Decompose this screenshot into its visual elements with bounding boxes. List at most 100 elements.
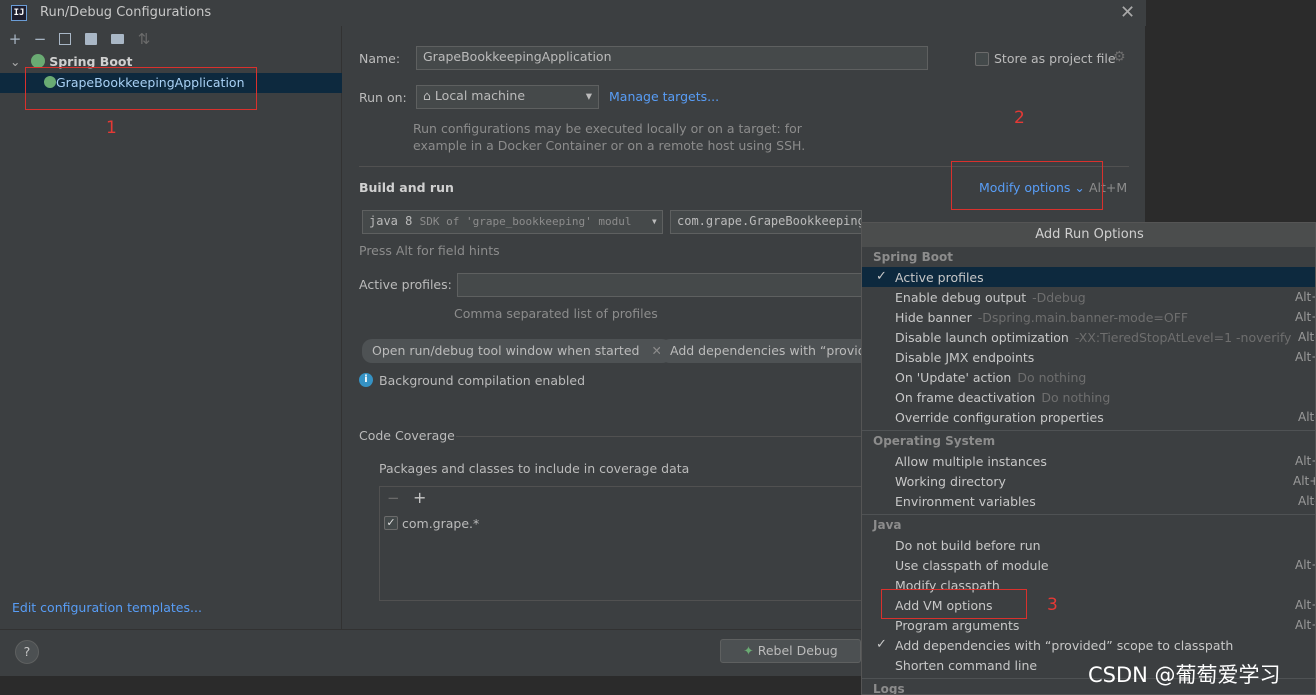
window-title: Run/Debug Configurations (40, 5, 212, 20)
coverage-entry-label: com.grape.* (402, 516, 480, 531)
option-subtext: -XX:TieredStopAtLevel=1 -noverify (1074, 330, 1292, 345)
check-icon: ✓ (876, 637, 887, 652)
plus-icon[interactable]: + (7, 30, 23, 48)
shortcut-hint: Alt- (1298, 494, 1315, 508)
info-icon: i (359, 373, 373, 387)
option-label: Disable launch optimization (895, 330, 1069, 345)
group-java: Java (873, 518, 902, 532)
option-override-config-properties[interactable]: Override configuration properties (895, 410, 1104, 425)
option-on-update-action[interactable]: On 'Update' action Do nothing (895, 370, 1086, 385)
copy-icon[interactable] (59, 33, 71, 45)
run-on-value: Local machine (434, 88, 526, 103)
field-hints-text: Press Alt for field hints (359, 243, 500, 258)
spring-boot-icon (30, 54, 45, 68)
annotation-box-3 (881, 589, 1027, 619)
build-and-run-heading: Build and run (359, 180, 454, 195)
group-spring-boot: Spring Boot (873, 250, 953, 264)
main-class-input[interactable]: com.grape.GrapeBookkeepingApplication (670, 210, 862, 234)
configuration-tree-pane (0, 26, 342, 629)
shortcut-hint: Alt- (1298, 330, 1315, 344)
shortcut-hint: Alt- (1298, 410, 1315, 424)
option-on-frame-deactivation[interactable]: On frame deactivation Do nothing (895, 390, 1110, 405)
save-icon[interactable] (85, 33, 97, 45)
option-do-not-build[interactable]: Do not build before run (895, 538, 1041, 553)
close-icon[interactable]: ✕ (1120, 2, 1135, 23)
rebel-icon: ✦ (743, 643, 754, 658)
chevron-down-icon[interactable]: ⌄ (10, 54, 20, 69)
annotation-number-1: 1 (106, 118, 117, 138)
annotation-box-1 (25, 67, 257, 110)
option-working-directory[interactable]: Working directory (895, 474, 1006, 489)
background-compilation-text: Background compilation enabled (379, 373, 586, 388)
shortcut-hint: Alt+ (1293, 474, 1315, 488)
annotation-number-3: 3 (1047, 595, 1058, 615)
coverage-packages-label: Packages and classes to include in cover… (379, 461, 690, 476)
option-shorten-command-line[interactable]: Shorten command line (895, 658, 1037, 673)
code-coverage-heading: Code Coverage (359, 428, 455, 443)
option-label: On 'Update' action (895, 370, 1012, 385)
option-label: On frame deactivation (895, 390, 1036, 405)
option-chip-add-dependencies[interactable]: Add dependencies with “provide (660, 339, 862, 363)
jdk-select[interactable]: java 8 SDK of 'grape_bookkeeping' modul … (362, 210, 663, 234)
option-disable-jmx[interactable]: Disable JMX endpoints (895, 350, 1034, 365)
separator (862, 430, 1315, 431)
jdk-subtext: SDK of 'grape_bookkeeping' modul (419, 215, 632, 228)
popup-title: Add Run Options (862, 223, 1315, 247)
run-on-select[interactable]: ⌂ Local machine ▾ (416, 85, 599, 109)
option-use-classpath-of-module[interactable]: Use classpath of module (895, 558, 1049, 573)
option-subtext: -Ddebug (1032, 290, 1086, 305)
shortcut-hint: Alt+ (1295, 598, 1315, 612)
option-program-arguments[interactable]: Program arguments (895, 618, 1019, 633)
plus-icon[interactable]: + (413, 488, 426, 507)
separator (456, 436, 862, 437)
coverage-entry-checkbox[interactable]: ✓ (384, 516, 398, 530)
run-on-hint-line2: example in a Docker Container or on a re… (413, 138, 806, 153)
shortcut-hint: Alt+ (1295, 290, 1315, 304)
check-icon: ✓ (876, 269, 887, 284)
minus-icon[interactable]: − (387, 489, 400, 507)
option-label: Enable debug output (895, 290, 1027, 305)
separator (862, 514, 1315, 515)
option-chip-open-tool-window[interactable]: Open run/debug tool window when started … (362, 339, 672, 363)
sort-icon[interactable]: ⇅ (136, 30, 152, 48)
add-run-options-popup: Add Run Options Spring Boot ✓ Active pro… (861, 222, 1316, 695)
option-environment-variables[interactable]: Environment variables (895, 494, 1036, 509)
name-label: Name: (359, 51, 401, 66)
home-icon: ⌂ (423, 88, 431, 103)
active-profiles-hint: Comma separated list of profiles (454, 306, 658, 321)
shortcut-hint: Alt+ (1295, 454, 1315, 468)
option-active-profiles[interactable]: Active profiles (895, 270, 984, 285)
option-allow-multiple-instances[interactable]: Allow multiple instances (895, 454, 1047, 469)
folder-icon[interactable] (111, 34, 124, 44)
option-subtext: -Dspring.main.banner-mode=OFF (977, 310, 1189, 325)
minus-icon[interactable]: − (32, 30, 48, 48)
option-subtext: Do nothing (1017, 370, 1087, 385)
edit-config-templates-link[interactable]: Edit configuration templates... (12, 600, 202, 615)
option-enable-debug[interactable]: Enable debug output -Ddebug (895, 290, 1086, 305)
gear-icon[interactable]: ⚙ (1113, 49, 1126, 65)
intellij-app-icon: IJ (11, 5, 27, 21)
coverage-list (379, 486, 862, 601)
store-as-project-checkbox[interactable] (975, 52, 989, 66)
active-profiles-input[interactable] (457, 273, 862, 297)
store-as-project-label: Store as project file (994, 51, 1116, 66)
group-logs: Logs (873, 682, 905, 695)
active-profiles-label: Active profiles: (359, 277, 452, 292)
option-hide-banner[interactable]: Hide banner -Dspring.main.banner-mode=OFF (895, 310, 1188, 325)
group-operating-system: Operating System (873, 434, 996, 448)
help-button[interactable]: ? (15, 640, 39, 664)
manage-targets-link[interactable]: Manage targets... (609, 89, 719, 104)
jdk-value: java 8 (369, 214, 413, 228)
run-on-label: Run on: (359, 90, 407, 105)
shortcut-hint: Alt+ (1295, 618, 1315, 632)
dropdown-arrow-icon: ▾ (650, 211, 658, 231)
name-input[interactable]: GrapeBookkeepingApplication (416, 46, 928, 70)
option-add-dependencies-provided[interactable]: Add dependencies with “provided” scope t… (895, 638, 1233, 653)
option-subtext: Do nothing (1041, 390, 1111, 405)
rebel-debug-button[interactable]: ✦ Rebel Debug (720, 639, 861, 663)
option-disable-launch-optimization[interactable]: Disable launch optimization -XX:TieredSto… (895, 330, 1291, 345)
shortcut-hint: Alt+ (1295, 310, 1315, 324)
run-on-hint-line1: Run configurations may be executed local… (413, 121, 802, 136)
chip-label: Open run/debug tool window when started (372, 343, 640, 358)
option-label: Hide banner (895, 310, 972, 325)
